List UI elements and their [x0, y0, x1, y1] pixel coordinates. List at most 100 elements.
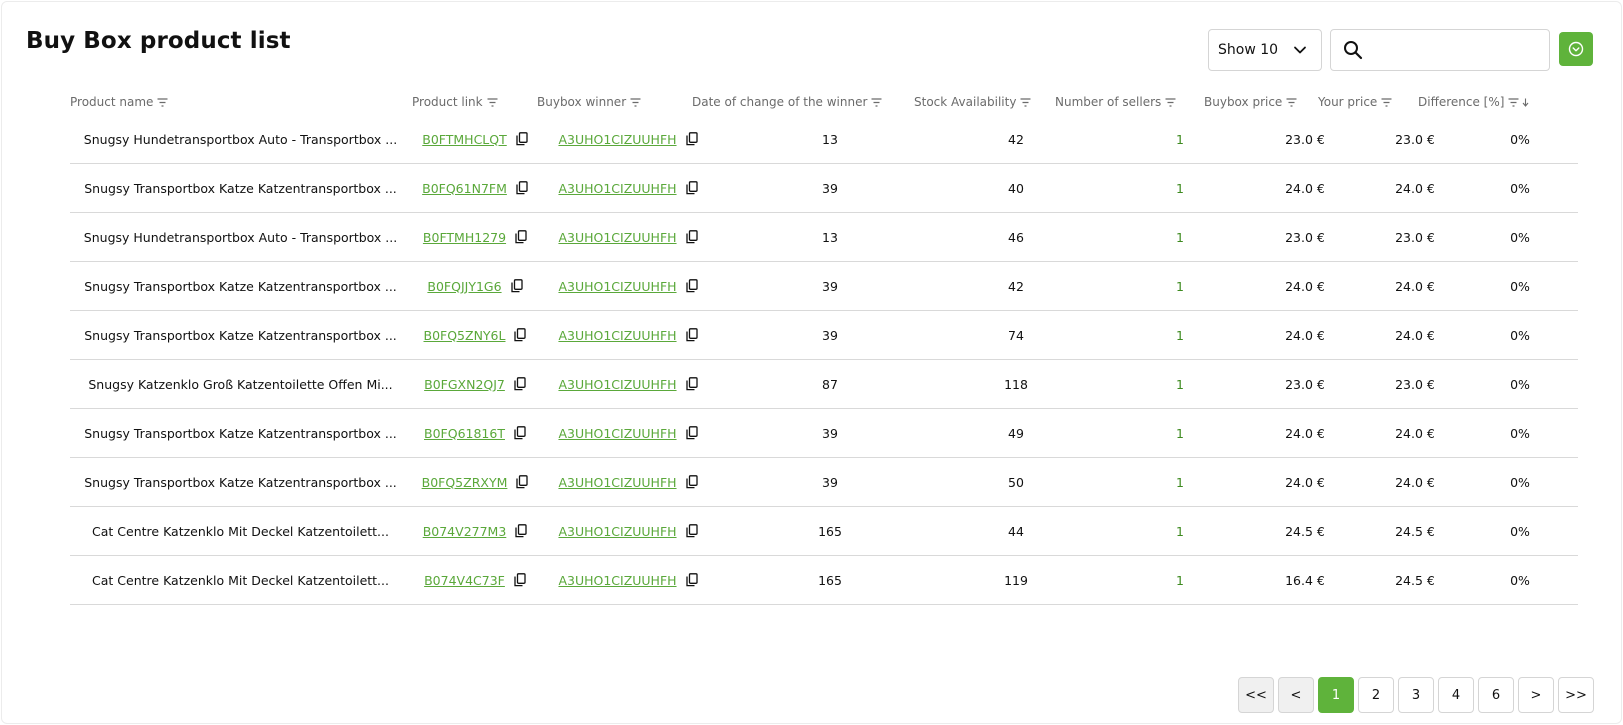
copy-icon[interactable] [514, 573, 526, 587]
column-header-name[interactable]: Product name [70, 95, 168, 109]
copy-icon[interactable] [510, 279, 523, 293]
chevron-down-icon [1294, 46, 1306, 54]
copy-icon[interactable] [514, 328, 527, 342]
table-row: Snugsy Transportbox Katze Katzentranspor… [70, 262, 1578, 311]
number-of-sellers: 1 [1176, 131, 1184, 147]
page-button-1[interactable]: 1 [1318, 677, 1354, 713]
buybox-winner-link[interactable]: A3UHO1CIZUUHFH [558, 426, 676, 441]
product-name: Cat Centre Katzenklo Mit Deckel Katzento… [92, 523, 389, 539]
copy-icon[interactable] [685, 426, 698, 440]
copy-icon[interactable] [515, 524, 527, 538]
table-row: Snugsy Hundetransportbox Auto - Transpor… [70, 115, 1578, 164]
product-link[interactable]: B074V4C73F [424, 573, 505, 588]
copy-icon[interactable] [685, 279, 698, 293]
copy-icon[interactable] [685, 573, 698, 587]
filter-icon [630, 97, 641, 107]
your-price: 23.0 € [1395, 131, 1435, 147]
product-name: Cat Centre Katzenklo Mit Deckel Katzento… [92, 572, 389, 588]
copy-icon[interactable] [685, 377, 698, 391]
product-link[interactable]: B0FQJJY1G6 [427, 279, 501, 294]
stock-availability: 119 [1004, 572, 1028, 588]
column-header-your[interactable]: Your price [1318, 95, 1392, 109]
buybox-winner-link[interactable]: A3UHO1CIZUUHFH [558, 475, 676, 490]
winner-change-date: 39 [822, 180, 838, 196]
copy-icon[interactable] [685, 132, 698, 146]
table-row: Snugsy Transportbox Katze Katzentranspor… [70, 458, 1578, 507]
column-header-date[interactable]: Date of change of the winner [692, 95, 882, 109]
column-header-buybox[interactable]: Buybox price [1204, 95, 1297, 109]
filter-icon [871, 97, 882, 107]
price-difference: 0% [1510, 229, 1530, 245]
product-link[interactable]: B0FQ61N7FM [422, 181, 507, 196]
column-header-sellers[interactable]: Number of sellers [1055, 95, 1176, 109]
buybox-winner-link[interactable]: A3UHO1CIZUUHFH [558, 377, 676, 392]
copy-icon[interactable] [685, 475, 698, 489]
product-link[interactable]: B0FQ61816T [424, 426, 505, 441]
prev-page-button[interactable]: < [1278, 677, 1314, 713]
copy-icon[interactable] [685, 328, 698, 342]
buybox-winner-link[interactable]: A3UHO1CIZUUHFH [558, 524, 676, 539]
search-input[interactable] [1369, 35, 1539, 65]
buybox-price: 24.0 € [1285, 474, 1325, 490]
show-per-page-value: Show 10 [1218, 42, 1279, 58]
your-price: 24.0 € [1395, 180, 1435, 196]
page-button-6[interactable]: 6 [1478, 677, 1514, 713]
winner-change-date: 13 [822, 131, 838, 147]
column-header-label: Date of change of the winner [692, 95, 868, 109]
table-row: Snugsy Transportbox Katze Katzentranspor… [70, 409, 1578, 458]
filter-submit-button[interactable] [1559, 32, 1593, 66]
product-link-cell: B0FQ5ZRXYM [410, 458, 540, 506]
your-price: 24.0 € [1395, 474, 1435, 490]
search-box[interactable] [1330, 29, 1550, 71]
column-header-link[interactable]: Product link [412, 95, 498, 109]
winner-change-date: 13 [822, 229, 838, 245]
column-header-label: Stock Availability [914, 95, 1017, 109]
buybox-winner-link-cell: A3UHO1CIZUUHFH [548, 507, 708, 555]
buybox-winner-link-cell: A3UHO1CIZUUHFH [548, 409, 708, 457]
page-button-4[interactable]: 4 [1438, 677, 1474, 713]
copy-icon[interactable] [685, 524, 698, 538]
product-link[interactable]: B0FQ5ZNY6L [424, 328, 506, 343]
copy-icon[interactable] [516, 181, 528, 195]
winner-change-date: 165 [818, 523, 842, 539]
first-page-button[interactable]: << [1238, 677, 1274, 713]
product-link[interactable]: B074V277M3 [423, 524, 507, 539]
last-page-button[interactable]: >> [1558, 677, 1594, 713]
product-link[interactable]: B0FTMH1279 [423, 230, 506, 245]
column-header-label: Difference [%] [1418, 95, 1505, 109]
table-row: Snugsy Hundetransportbox Auto - Transpor… [70, 213, 1578, 262]
next-page-button[interactable]: > [1518, 677, 1554, 713]
column-header-stock[interactable]: Stock Availability [914, 95, 1031, 109]
buybox-winner-link[interactable]: A3UHO1CIZUUHFH [558, 573, 676, 588]
copy-icon[interactable] [515, 230, 527, 244]
product-link-cell: B0FQ5ZNY6L [410, 311, 540, 359]
page-button-3[interactable]: 3 [1398, 677, 1434, 713]
product-link-cell: B074V4C73F [410, 556, 540, 604]
buybox-winner-link[interactable]: A3UHO1CIZUUHFH [558, 230, 676, 245]
copy-icon[interactable] [514, 426, 526, 440]
copy-icon[interactable] [514, 377, 526, 391]
copy-icon[interactable] [685, 230, 698, 244]
copy-icon[interactable] [685, 181, 698, 195]
product-link[interactable]: B0FTMHCLQT [422, 132, 507, 147]
buybox-winner-link[interactable]: A3UHO1CIZUUHFH [558, 279, 676, 294]
number-of-sellers: 1 [1176, 278, 1184, 294]
table-row: Cat Centre Katzenklo Mit Deckel Katzento… [70, 556, 1578, 605]
copy-icon[interactable] [516, 475, 529, 489]
page-button-2[interactable]: 2 [1358, 677, 1394, 713]
buybox-price: 24.0 € [1285, 180, 1325, 196]
copy-icon[interactable] [516, 132, 528, 146]
buybox-winner-link[interactable]: A3UHO1CIZUUHFH [558, 328, 676, 343]
price-difference: 0% [1510, 376, 1530, 392]
buybox-price: 24.0 € [1285, 278, 1325, 294]
product-link[interactable]: B0FGXN2QJ7 [424, 377, 505, 392]
product-link[interactable]: B0FQ5ZRXYM [422, 475, 508, 490]
column-header-diff[interactable]: Difference [%] [1418, 95, 1529, 109]
price-difference: 0% [1510, 327, 1530, 343]
show-per-page-select[interactable]: Show 10 [1208, 29, 1322, 71]
buybox-winner-link[interactable]: A3UHO1CIZUUHFH [558, 132, 676, 147]
column-header-winner[interactable]: Buybox winner [537, 95, 641, 109]
buybox-winner-link[interactable]: A3UHO1CIZUUHFH [558, 181, 676, 196]
buybox-winner-link-cell: A3UHO1CIZUUHFH [548, 556, 708, 604]
table-row: Snugsy Transportbox Katze Katzentranspor… [70, 164, 1578, 213]
